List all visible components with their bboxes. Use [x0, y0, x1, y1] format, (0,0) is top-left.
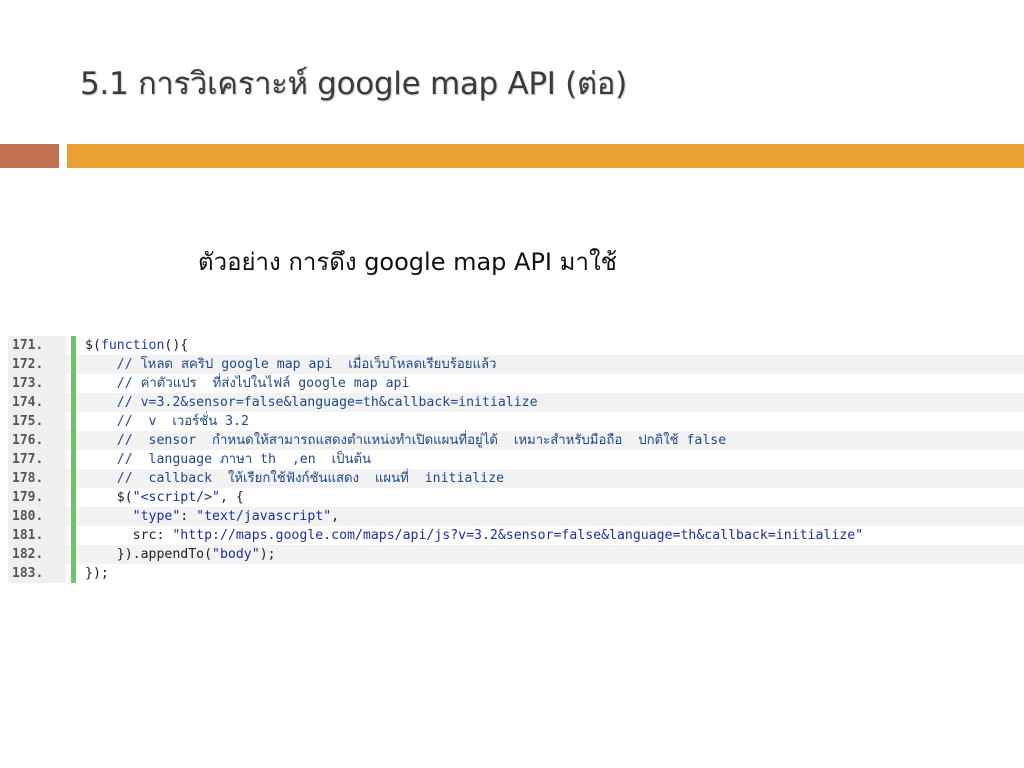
code-line: 180. "type": "text/javascript",: [8, 507, 1024, 526]
code-token-string: "body": [212, 547, 260, 562]
gutter-marker: [71, 469, 76, 488]
gutter-marker: [71, 564, 76, 583]
line-number: 178.: [8, 469, 66, 488]
code-line: 175. // v เวอร์ชั่น 3.2: [8, 412, 1024, 431]
code-token-plain: (){: [164, 338, 189, 353]
title-band-right: [67, 144, 1024, 168]
code-listing: 171. $(function(){172. // โหลด สคริป goog…: [8, 336, 1024, 583]
line-number: 179.: [8, 488, 66, 507]
line-number: 181.: [8, 526, 66, 545]
code-token-comment: // โหลด สคริป google map api เมื่อเว็บโห…: [85, 357, 497, 372]
gutter-marker: [71, 336, 76, 355]
code-line: 172. // โหลด สคริป google map api เมื่อเ…: [8, 355, 1024, 374]
line-number: 171.: [8, 336, 66, 355]
line-number: 177.: [8, 450, 66, 469]
code-token-comment: // v=3.2&sensor=false&language=th&callba…: [85, 395, 538, 410]
code-text: // sensor กำหนดให้สามารถแสดงตำแหน่งทำเปิ…: [85, 431, 726, 450]
code-line: 176. // sensor กำหนดให้สามารถแสดงตำแหน่ง…: [8, 431, 1024, 450]
line-number: 172.: [8, 355, 66, 374]
code-token-string: "<script/>": [132, 490, 220, 505]
slide: 5.1 การวิเคราะห์ google map API (ต่อ) ตั…: [0, 0, 1024, 768]
code-token-plain: );: [259, 547, 276, 562]
line-number: 176.: [8, 431, 66, 450]
code-line: 177. // language ภาษา th ,en เป็นต้น: [8, 450, 1024, 469]
code-token-keyword: function: [100, 338, 165, 353]
code-text: // language ภาษา th ,en เป็นต้น: [85, 450, 371, 469]
code-text: });: [85, 564, 109, 583]
line-number: 174.: [8, 393, 66, 412]
gutter-marker: [71, 374, 76, 393]
line-number: 183.: [8, 564, 66, 583]
code-line: 179. $("<script/>", {: [8, 488, 1024, 507]
code-text: // โหลด สคริป google map api เมื่อเว็บโห…: [85, 355, 497, 374]
gutter-marker: [71, 450, 76, 469]
code-token-comment: // language ภาษา th ,en เป็นต้น: [85, 452, 372, 467]
code-line: 174. // v=3.2&sensor=false&language=th&c…: [8, 393, 1024, 412]
slide-subtitle: ตัวอย่าง การดึง google map API มาใช้: [198, 248, 617, 276]
code-token-plain: :: [180, 509, 197, 524]
code-text: // v=3.2&sensor=false&language=th&callba…: [85, 393, 538, 412]
code-text: }).appendTo("body");: [85, 545, 276, 564]
gutter-marker: [71, 507, 76, 526]
code-token-string: "text/javascript": [196, 509, 332, 524]
code-token-comment: // sensor กำหนดให้สามารถแสดงตำแหน่งทำเปิ…: [85, 433, 727, 448]
code-token-comment: // callback ให้เรียกใช้ฟังก์ชันแสดง แผนท…: [85, 471, 505, 486]
code-token-plain: });: [85, 566, 109, 581]
code-token-plain: , {: [219, 490, 244, 505]
code-line: 182. }).appendTo("body");: [8, 545, 1024, 564]
code-text: // callback ให้เรียกใช้ฟังก์ชันแสดง แผนท…: [85, 469, 504, 488]
line-number: 180.: [8, 507, 66, 526]
title-band-left: [0, 144, 59, 168]
code-token-plain: }).appendTo(: [85, 547, 213, 562]
code-line: 171. $(function(){: [8, 336, 1024, 355]
code-text: src: "http://maps.google.com/maps/api/js…: [85, 526, 863, 545]
code-text: $("<script/>", {: [85, 488, 244, 507]
code-text: "type": "text/javascript",: [85, 507, 339, 526]
code-text: // v เวอร์ชั่น 3.2: [85, 412, 249, 431]
code-line: 178. // callback ให้เรียกใช้ฟังก์ชันแสดง…: [8, 469, 1024, 488]
line-number: 173.: [8, 374, 66, 393]
gutter-marker: [71, 488, 76, 507]
code-text: // ค่าตัวแปร ที่ส่งไปในไฟล์ google map a…: [85, 374, 410, 393]
code-token-plain: ,: [331, 509, 340, 524]
code-text: $(function(){: [85, 336, 188, 355]
code-token-plain: $(: [85, 490, 133, 505]
gutter-marker: [71, 545, 76, 564]
code-line: 183.});: [8, 564, 1024, 583]
slide-title: 5.1 การวิเคราะห์ google map API (ต่อ): [80, 66, 627, 102]
code-line: 181. src: "http://maps.google.com/maps/a…: [8, 526, 1024, 545]
code-token-plain: $(: [85, 338, 101, 353]
gutter-marker: [71, 526, 76, 545]
gutter-marker: [71, 393, 76, 412]
gutter-marker: [71, 355, 76, 374]
line-number: 175.: [8, 412, 66, 431]
code-line: 173. // ค่าตัวแปร ที่ส่งไปในไฟล์ google …: [8, 374, 1024, 393]
code-token-string: "http://maps.google.com/maps/api/js?v=3.…: [172, 528, 864, 543]
gutter-marker: [71, 412, 76, 431]
gutter-marker: [71, 431, 76, 450]
line-number: 182.: [8, 545, 66, 564]
code-token-plain: src:: [85, 528, 173, 543]
code-token-comment: // v เวอร์ชั่น 3.2: [85, 414, 249, 429]
code-token-comment: // ค่าตัวแปร ที่ส่งไปในไฟล์ google map a…: [85, 376, 410, 391]
code-token-string: "type": [132, 509, 181, 524]
